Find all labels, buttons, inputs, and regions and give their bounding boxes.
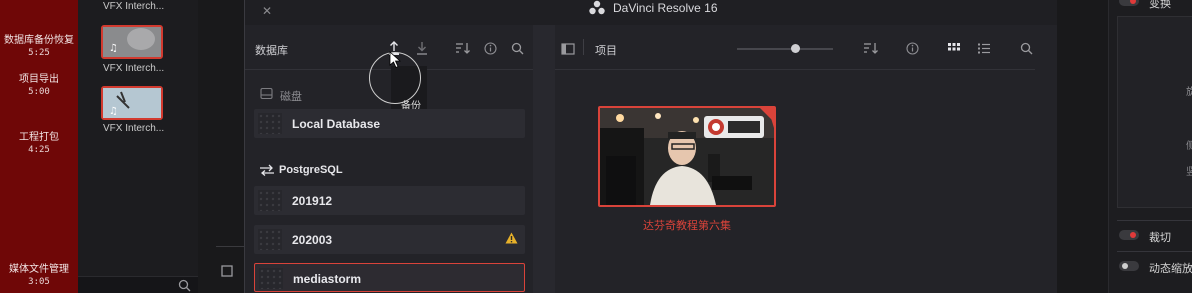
media-search-bar[interactable] bbox=[78, 276, 198, 293]
inspector-field-label: 竖 bbox=[1186, 167, 1192, 178]
chapter-time: 5:25 bbox=[28, 48, 50, 58]
clip-label: VFX Interch... bbox=[103, 63, 165, 74]
chapter-label: 数据库备份恢复 bbox=[4, 35, 74, 46]
chapter-list: 数据库备份恢复 5:25 项目导出 5:00 工程打包 4:25 媒体文件管理 … bbox=[0, 0, 78, 293]
close-icon[interactable]: ✕ bbox=[262, 4, 272, 18]
grid-view-icon[interactable] bbox=[948, 43, 960, 54]
list-view-icon[interactable] bbox=[978, 43, 990, 54]
screen: 数据库备份恢复 5:25 项目导出 5:00 工程打包 4:25 媒体文件管理 … bbox=[0, 0, 1192, 293]
pane-divider bbox=[533, 25, 555, 293]
database-drag-handle[interactable] bbox=[258, 229, 282, 250]
info-icon[interactable] bbox=[484, 42, 497, 55]
info-icon[interactable] bbox=[906, 42, 919, 55]
projects-panel: 项目 达芬奇教程第六集 bbox=[555, 25, 1057, 293]
music-note-icon: ♫ bbox=[103, 88, 161, 118]
database-item-local[interactable]: Local Database bbox=[254, 109, 525, 138]
inspector-field-label: 侧 bbox=[1186, 141, 1192, 152]
music-note-icon: ♫ bbox=[103, 27, 161, 57]
mouse-cursor-icon bbox=[389, 51, 401, 69]
davinci-logo-icon bbox=[589, 0, 605, 15]
clip-label: VFX Interch... bbox=[103, 1, 165, 12]
sort-icon[interactable] bbox=[863, 42, 879, 54]
database-item-selected[interactable]: mediastorm bbox=[254, 263, 525, 292]
clip-label: VFX Interch... bbox=[103, 123, 165, 134]
postgresql-section-title: PostgreSQL bbox=[279, 164, 343, 176]
viewer-right-background bbox=[1056, 0, 1108, 293]
database-drag-handle[interactable] bbox=[259, 268, 283, 289]
svg-text:♫: ♫ bbox=[109, 43, 118, 54]
inspector-section-label: 裁切 bbox=[1149, 232, 1171, 244]
inspector-panel: 变换 旋 侧 竖 裁切 动态缩放 bbox=[1108, 0, 1192, 293]
chapter-time: 4:25 bbox=[28, 145, 50, 155]
database-drag-handle[interactable] bbox=[258, 113, 282, 134]
dialog-title-bar: ✕ DaVinci Resolve 16 bbox=[245, 0, 1057, 25]
thumbnail-zoom-slider[interactable] bbox=[737, 48, 833, 50]
svg-text:♫: ♫ bbox=[109, 106, 118, 117]
projects-panel-title: 项目 bbox=[595, 45, 617, 57]
chapter-time: 5:00 bbox=[28, 87, 50, 97]
search-icon[interactable] bbox=[178, 279, 191, 292]
chapter-item[interactable]: 工程打包 4:25 bbox=[0, 132, 78, 156]
media-clip-thumbnail[interactable]: ♫ bbox=[101, 25, 163, 59]
media-clip-thumbnail[interactable]: ♫ bbox=[101, 86, 163, 120]
chapter-item[interactable]: 媒体文件管理 3:05 bbox=[0, 264, 78, 288]
database-name: 202003 bbox=[292, 233, 333, 247]
chapter-item[interactable]: 数据库备份恢复 5:25 bbox=[0, 35, 78, 59]
project-selected-corner bbox=[759, 108, 774, 123]
transform-toggle[interactable] bbox=[1119, 0, 1139, 6]
disk-icon bbox=[260, 87, 273, 100]
chapter-item[interactable]: 项目导出 5:00 bbox=[0, 74, 78, 98]
database-name: 201912 bbox=[292, 194, 333, 208]
project-thumbnail[interactable] bbox=[598, 106, 776, 207]
disk-section-title: 磁盘 bbox=[280, 91, 302, 103]
chapter-time: 3:05 bbox=[28, 277, 50, 287]
projects-panel-header: 项目 bbox=[555, 25, 1035, 70]
crop-toggle[interactable] bbox=[1119, 230, 1139, 240]
network-arrows-icon bbox=[260, 164, 274, 176]
app-title: DaVinci Resolve 16 bbox=[613, 1, 718, 15]
database-panel: 数据库 备份 磁盘 Local Database PostgreSQL 2019… bbox=[245, 25, 533, 293]
project-manager-dialog: ✕ DaVinci Resolve 16 数据库 备份 磁盘 Local Dat… bbox=[244, 0, 1057, 293]
chapter-label: 媒体文件管理 bbox=[9, 264, 69, 275]
thumbnail-zoom-slider-knob[interactable] bbox=[791, 44, 801, 53]
chapter-label: 工程打包 bbox=[19, 132, 59, 143]
search-icon[interactable] bbox=[511, 42, 524, 55]
dynamic-zoom-toggle[interactable] bbox=[1119, 261, 1139, 271]
project-preview-image bbox=[600, 108, 774, 205]
database-panel-title: 数据库 bbox=[255, 45, 288, 57]
inspector-field-label: 旋 bbox=[1186, 87, 1192, 98]
chapter-label: 项目导出 bbox=[19, 74, 59, 85]
database-drag-handle[interactable] bbox=[258, 190, 282, 211]
restore-download-icon[interactable] bbox=[415, 40, 429, 56]
inspector-transform-box: 旋 侧 竖 bbox=[1117, 16, 1192, 208]
database-name: mediastorm bbox=[293, 272, 362, 286]
database-item[interactable]: 201912 bbox=[254, 186, 525, 215]
sidebar-toggle-icon[interactable] bbox=[561, 43, 575, 55]
media-pool: VFX Interch... ♫ VFX Interch... ♫ VFX In… bbox=[78, 0, 198, 293]
crop-icon[interactable] bbox=[220, 264, 234, 278]
search-icon[interactable] bbox=[1020, 42, 1033, 55]
warning-icon bbox=[505, 232, 518, 244]
database-name: Local Database bbox=[292, 117, 381, 131]
inspector-section-label: 动态缩放 bbox=[1149, 263, 1192, 275]
inspector-section-label: 变换 bbox=[1149, 0, 1171, 10]
sort-icon[interactable] bbox=[455, 42, 471, 54]
database-item[interactable]: 202003 bbox=[254, 225, 525, 254]
project-name: 达芬奇教程第六集 bbox=[643, 220, 731, 232]
